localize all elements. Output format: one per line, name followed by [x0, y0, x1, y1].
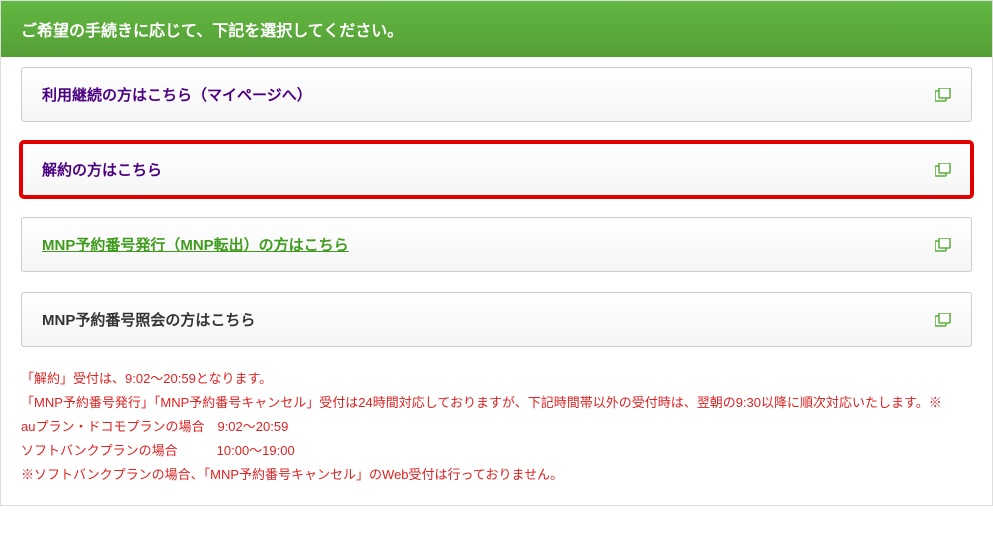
procedure-panel: ご希望の手続きに応じて、下記を選択してください。 利用継続の方はこちら（マイペー…: [0, 0, 993, 506]
notice-line: 「解約」受付は、9:02～20:59となります。: [21, 367, 972, 391]
option-mnp-inquiry[interactable]: MNP予約番号照会の方はこちら: [21, 292, 972, 347]
notice-text: 「解約」受付は、9:02～20:59となります。 「MNP予約番号発行」「MNP…: [1, 367, 992, 505]
option-label: MNP予約番号照会の方はこちら: [42, 309, 255, 330]
panel-header: ご希望の手続きに応じて、下記を選択してください。: [1, 1, 992, 57]
external-link-icon: [935, 313, 951, 327]
option-label: 利用継続の方はこちら（マイページへ）: [42, 84, 312, 105]
option-mnp-issue[interactable]: MNP予約番号発行（MNP転出）の方はこちら: [21, 217, 972, 272]
notice-line: ※ソフトバンクプランの場合、「MNP予約番号キャンセル」のWeb受付は行っており…: [21, 463, 972, 487]
panel-title: ご希望の手続きに応じて、下記を選択してください。: [21, 23, 403, 40]
notice-line: 「MNP予約番号発行」「MNP予約番号キャンセル」受付は24時間対応しております…: [21, 391, 972, 415]
option-continue-mypage[interactable]: 利用継続の方はこちら（マイページへ）: [21, 67, 972, 122]
option-list: 利用継続の方はこちら（マイページへ） 解約の方はこちら MNP予約番号発行（MN…: [1, 57, 992, 347]
option-label: 解約の方はこちら: [42, 159, 162, 180]
notice-line: ソフトバンクプランの場合 10:00～19:00: [21, 439, 972, 463]
notice-line: auプラン・ドコモプランの場合 9:02～20:59: [21, 415, 972, 439]
external-link-icon: [935, 238, 951, 252]
option-cancel[interactable]: 解約の方はこちら: [21, 142, 972, 197]
external-link-icon: [935, 163, 951, 177]
external-link-icon: [935, 88, 951, 102]
option-label: MNP予約番号発行（MNP転出）の方はこちら: [42, 234, 349, 255]
